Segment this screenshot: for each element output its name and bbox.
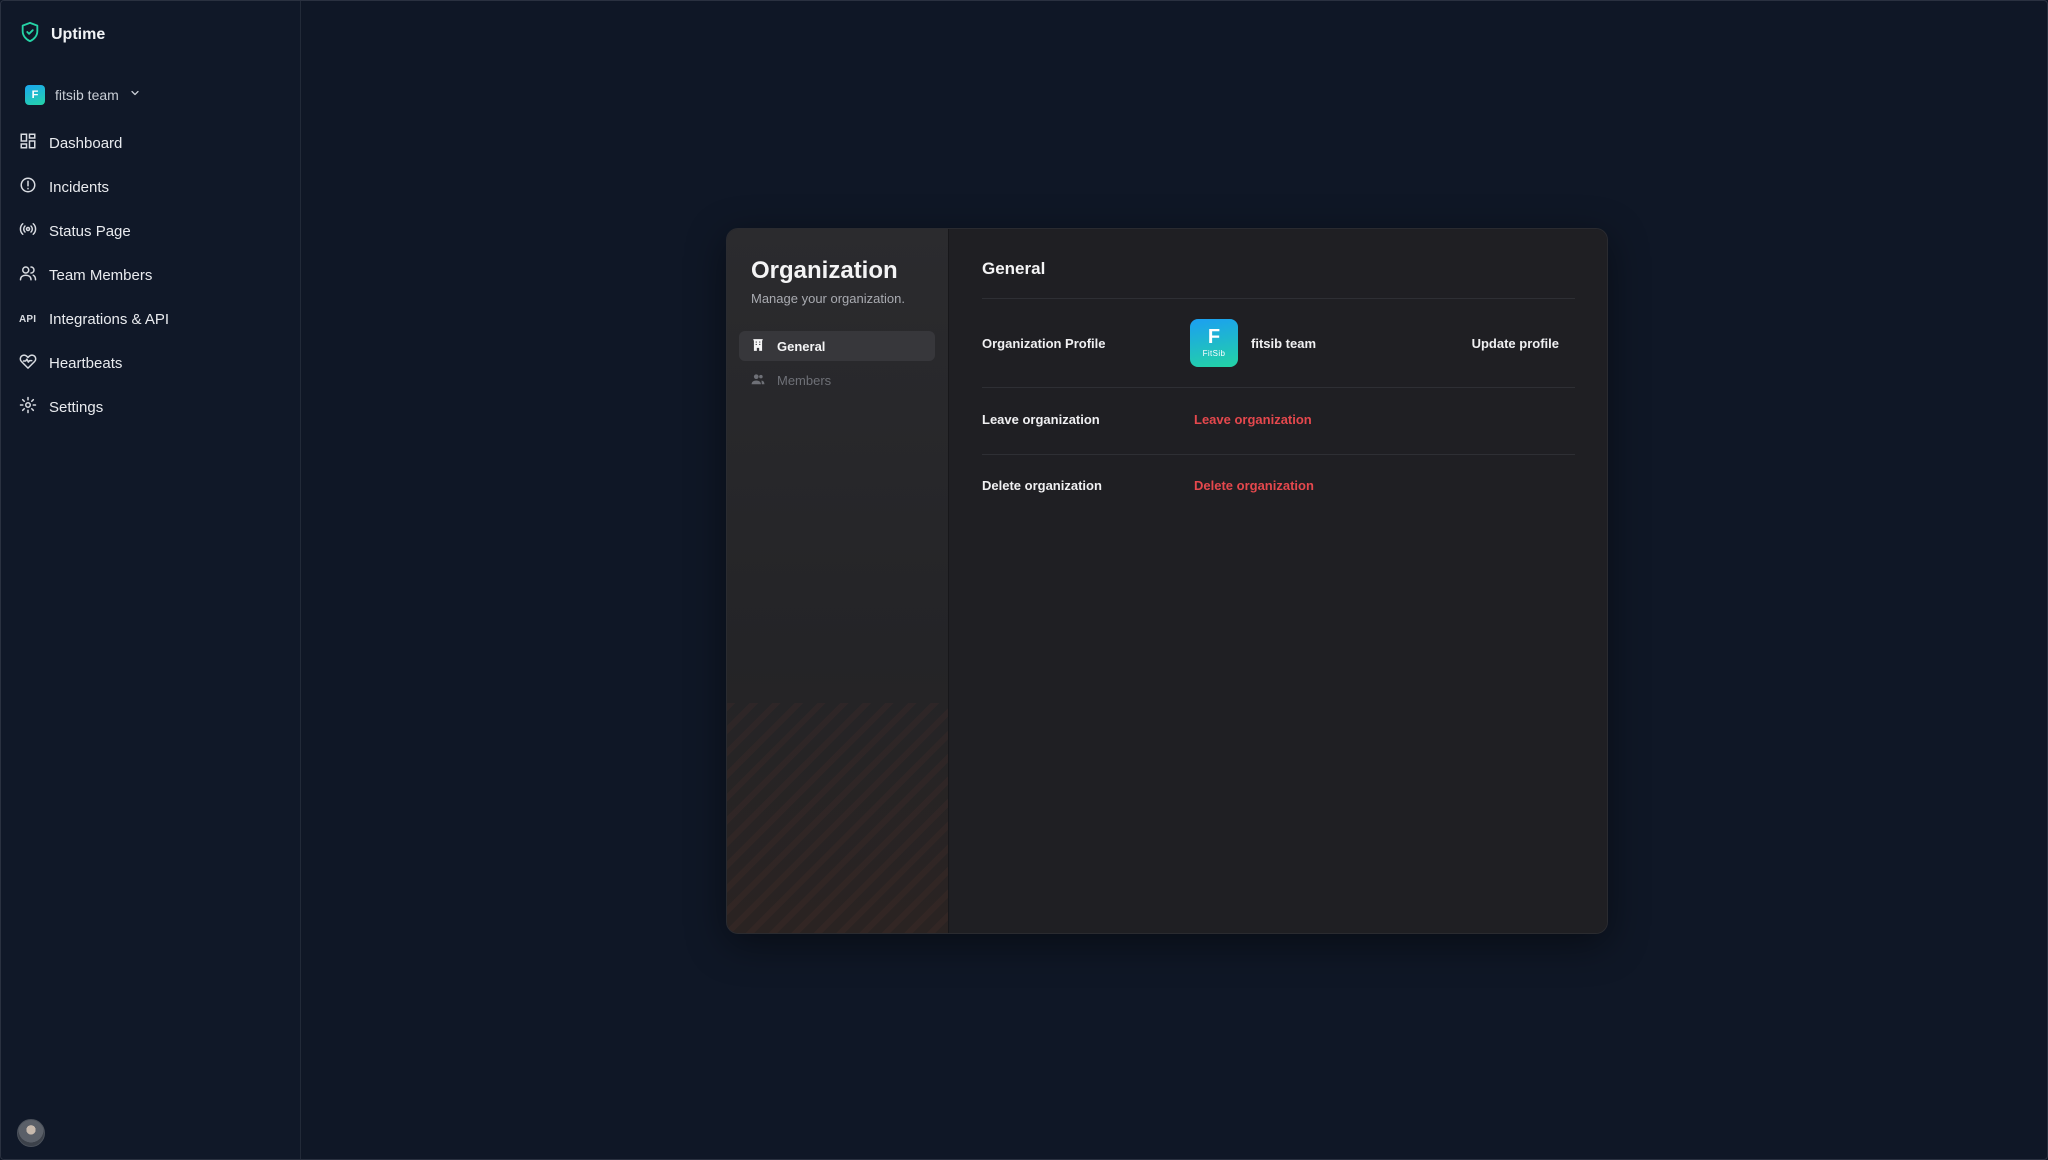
sidebar: Uptime F fitsib team Dashboard Incidents bbox=[1, 1, 301, 1159]
sidebar-item-label: Integrations & API bbox=[49, 310, 170, 328]
app-window: Uptime F fitsib team Dashboard Incidents bbox=[0, 0, 2048, 1160]
api-icon: API bbox=[19, 313, 37, 325]
org-logo: F FitSib bbox=[1190, 319, 1238, 367]
tab-general[interactable]: General bbox=[739, 331, 935, 361]
gear-icon bbox=[19, 396, 37, 418]
organization-modal: Organization Manage your organization. G… bbox=[726, 228, 1608, 934]
organization-profile-label: Organization Profile bbox=[982, 336, 1106, 351]
modal-content: General Organization Profile F FitSib fi… bbox=[950, 229, 1607, 933]
modal-subtitle: Manage your organization. bbox=[751, 291, 905, 306]
sidebar-item-label: Dashboard bbox=[49, 134, 123, 152]
divider bbox=[982, 387, 1575, 388]
sidebar-item-dashboard[interactable]: Dashboard bbox=[17, 121, 285, 165]
sidebar-item-status-page[interactable]: Status Page bbox=[17, 209, 285, 253]
chevron-down-icon bbox=[129, 86, 141, 104]
section-title: General bbox=[982, 259, 1046, 278]
organization-name: fitsib team bbox=[1251, 336, 1317, 351]
app-name: Uptime bbox=[51, 25, 106, 43]
modal-title: Organization bbox=[751, 257, 898, 284]
users-icon bbox=[19, 264, 37, 286]
shield-check-icon bbox=[19, 21, 41, 48]
user-avatar[interactable] bbox=[17, 1119, 45, 1147]
sidebar-item-label: Heartbeats bbox=[49, 354, 123, 372]
leave-organization-label: Leave organization bbox=[982, 412, 1100, 427]
sidebar-item-label: Settings bbox=[49, 398, 104, 416]
sidebar-item-incidents[interactable]: Incidents bbox=[17, 165, 285, 209]
sidebar-item-label: Team Members bbox=[49, 266, 153, 284]
modal-sidebar: Organization Manage your organization. G… bbox=[727, 229, 949, 933]
team-switcher[interactable]: F fitsib team bbox=[25, 85, 141, 105]
sidebar-item-integrations[interactable]: API Integrations & API bbox=[17, 297, 285, 341]
leave-organization-button[interactable]: Leave organization bbox=[1194, 412, 1312, 427]
building-icon bbox=[751, 338, 765, 355]
team-avatar: F bbox=[25, 85, 45, 105]
dashboard-icon bbox=[19, 132, 37, 154]
broadcast-icon bbox=[19, 220, 37, 242]
brand[interactable]: Uptime bbox=[19, 21, 105, 48]
sidebar-item-label: Status Page bbox=[49, 222, 131, 240]
sidebar-nav: Dashboard Incidents Status Page Team Mem… bbox=[17, 121, 285, 429]
divider bbox=[982, 454, 1575, 455]
heartbeat-icon bbox=[19, 352, 37, 374]
delete-organization-button[interactable]: Delete organization bbox=[1194, 478, 1314, 493]
tab-label: General bbox=[777, 338, 826, 354]
tab-members[interactable]: Members bbox=[739, 365, 935, 395]
update-profile-button[interactable]: Update profile bbox=[1472, 336, 1559, 351]
sidebar-item-team-members[interactable]: Team Members bbox=[17, 253, 285, 297]
delete-organization-label: Delete organization bbox=[982, 478, 1102, 493]
sidebar-item-label: Incidents bbox=[49, 178, 110, 196]
tab-label: Members bbox=[777, 372, 832, 388]
logo-mark: F bbox=[1207, 326, 1221, 348]
users-icon bbox=[751, 372, 765, 389]
team-name: fitsib team bbox=[55, 87, 119, 103]
sidebar-item-settings[interactable]: Settings bbox=[17, 385, 285, 429]
logo-wordmark: FitSib bbox=[1202, 349, 1226, 358]
sidebar-item-heartbeats[interactable]: Heartbeats bbox=[17, 341, 285, 385]
divider bbox=[982, 298, 1575, 299]
alert-circle-icon bbox=[19, 176, 37, 198]
